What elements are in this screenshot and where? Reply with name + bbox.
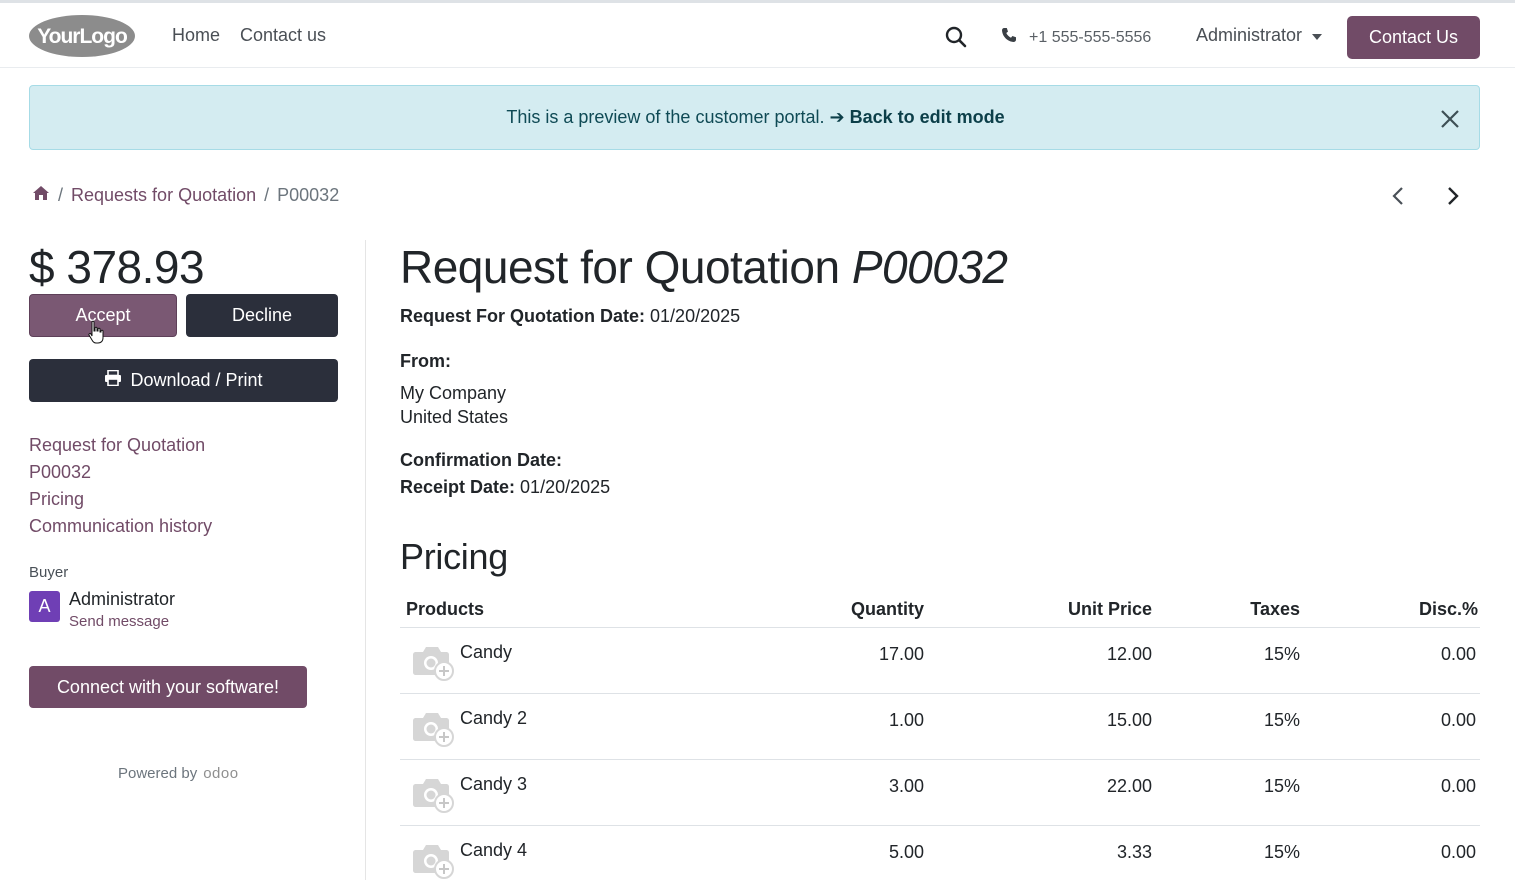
logo-text: YourLogo [37,25,127,48]
product-name[interactable]: Candy 4 [460,840,527,861]
from-country: United States [400,407,509,427]
rfq-date-label: Request For Quotation Date: [400,306,646,326]
product-name[interactable]: Candy [460,642,512,663]
product-placeholder-image-icon [410,838,456,880]
discount-cell: 0.00 [1440,644,1476,664]
product-placeholder-image-icon [410,640,456,682]
document-toc: Request for Quotation P00032 Pricing Com… [29,432,212,540]
buyer-label: Buyer [29,564,69,581]
confirmation-date-line: Confirmation Date: [400,450,562,471]
taxes-cell: 15% [1263,710,1300,730]
avatar: A [29,591,60,622]
discount-cell: 0.00 [1440,776,1476,796]
connect-software-button[interactable]: Connect with your software! [29,666,307,708]
discount-cell: 0.00 [1440,842,1476,862]
taxes-cell: 15% [1263,842,1300,862]
breadcrumb-separator: / [58,185,64,205]
odoo-logo[interactable]: odoo [203,765,238,782]
title-prefix: Request for Quotation [400,241,840,293]
search-icon[interactable] [944,25,968,49]
title-reference: P00032 [851,241,1008,293]
download-print-label: Download / Print [130,370,263,390]
close-icon[interactable] [1439,108,1461,130]
column-header-taxes: Taxes [1250,599,1300,619]
table-row: Candy 2 1.00 15.00 15% 0.00 [400,694,1480,760]
buyer-name: Administrator [69,589,176,609]
breadcrumb-separator: / [264,185,270,205]
sidebar-divider [365,240,366,880]
toc-item-reference[interactable]: P00032 [29,459,212,486]
quantity-cell: 17.00 [878,644,924,664]
breadcrumb-current: P00032 [277,185,340,205]
send-message-link[interactable]: Send message [69,613,169,630]
column-header-discount: Disc.% [1418,599,1478,619]
column-header-products: Products [406,599,485,619]
unit-price-cell: 15.00 [1106,710,1152,730]
product-name[interactable]: Candy 2 [460,708,527,729]
quantity-cell: 5.00 [888,842,924,862]
discount-cell: 0.00 [1440,710,1476,730]
rfq-date-value: 01/20/2025 [650,306,741,326]
product-placeholder-image-icon [410,706,456,748]
column-header-unit-price: Unit Price [1067,599,1152,619]
chevron-down-icon [1312,33,1323,40]
product-name[interactable]: Candy 3 [460,774,527,795]
breadcrumb-rfq-link[interactable]: Requests for Quotation [71,185,256,206]
banner-message: This is a preview of the customer portal… [30,107,1481,128]
home-icon[interactable] [32,185,50,206]
download-print-button[interactable]: Download / Print [29,359,338,402]
company-logo[interactable]: YourLogo [28,13,136,59]
toc-item-rfq[interactable]: Request for Quotation [29,432,212,459]
unit-price-cell: 12.00 [1106,644,1152,664]
table-header: Products Quantity Unit Price Taxes Disc.… [400,592,1480,628]
receipt-date-line: Receipt Date: 01/20/2025 [400,477,610,498]
powered-by: Powered by odoo [118,765,239,782]
nav-home-link[interactable]: Home [172,25,220,46]
from-label: From: [400,351,451,371]
user-menu-label: Administrator [1196,25,1303,45]
pricing-table: Products Quantity Unit Price Taxes Disc.… [400,592,1480,880]
phone-icon [1001,27,1017,48]
decline-button[interactable]: Decline [186,294,338,337]
taxes-cell: 15% [1263,644,1300,664]
table-row: Candy 17.00 12.00 15% 0.00 [400,628,1480,694]
from-company: My Company [400,383,507,403]
rfq-date-line: Request For Quotation Date: 01/20/2025 [400,306,740,327]
top-navbar: YourLogo Home Contact us +1 555-555-5556… [0,0,1515,68]
user-menu-dropdown[interactable]: Administrator [1196,25,1323,46]
nav-contact-link[interactable]: Contact us [240,25,326,46]
pricing-section-title: Pricing [400,536,508,577]
quantity-cell: 3.00 [888,776,924,796]
quantity-cell: 1.00 [888,710,924,730]
next-record-icon[interactable] [1441,184,1463,208]
product-placeholder-image-icon [410,772,456,814]
receipt-date-label: Receipt Date: [400,477,516,497]
total-amount: $ 378.93 [29,241,205,293]
unit-price-cell: 3.33 [1116,842,1152,862]
contact-us-button[interactable]: Contact Us [1347,16,1480,59]
banner-text: This is a preview of the customer portal… [506,107,825,127]
hand-cursor-icon [88,320,104,346]
confirmation-date-label: Confirmation Date: [400,450,562,470]
table-row: Candy 4 5.00 3.33 15% 0.00 [400,826,1480,880]
table-row: Candy 3 3.00 22.00 15% 0.00 [400,760,1480,826]
previous-record-icon[interactable] [1388,184,1410,208]
toc-item-pricing[interactable]: Pricing [29,486,212,513]
column-header-quantity: Quantity [850,599,924,619]
breadcrumb: / Requests for Quotation / P00032 [32,185,339,206]
receipt-date-value: 01/20/2025 [520,477,611,497]
printer-icon [104,369,122,391]
powered-by-label: Powered by [118,765,198,782]
toc-item-communication[interactable]: Communication history [29,513,212,540]
back-to-edit-link[interactable]: ➔ Back to edit mode [830,107,1005,127]
phone-link[interactable]: +1 555-555-5556 [1001,27,1151,48]
page-title: Request for Quotation P00032 [400,240,1008,294]
taxes-cell: 15% [1263,776,1300,796]
portal-preview-banner: This is a preview of the customer portal… [29,85,1480,150]
unit-price-cell: 22.00 [1106,776,1152,796]
phone-number: +1 555-555-5556 [1029,28,1152,46]
